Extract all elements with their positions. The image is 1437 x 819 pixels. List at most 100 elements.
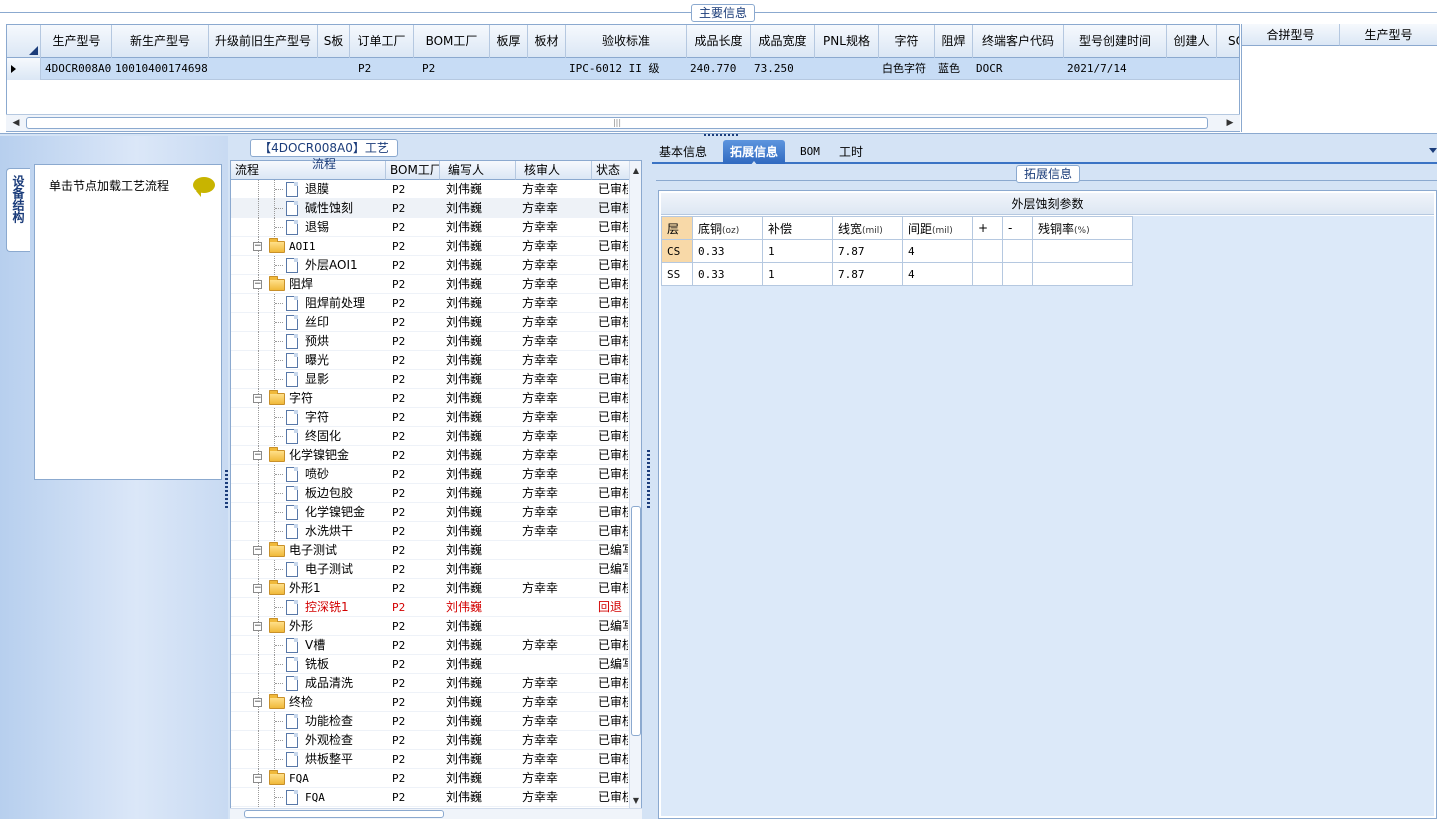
tree-node[interactable]: 喷砂: [231, 465, 386, 484]
tree-node[interactable]: 碱性蚀刻: [231, 199, 386, 218]
cell-reviewer[interactable]: 方幸幸: [516, 674, 592, 693]
cell-bom-factory[interactable]: P2: [386, 560, 440, 579]
cell-reviewer[interactable]: 方幸幸: [516, 256, 592, 275]
cell-status[interactable]: 已审核: [592, 427, 628, 446]
collapse-toggle-icon[interactable]: −: [253, 622, 262, 631]
cell-model[interactable]: 4DOCR008A0: [42, 58, 112, 80]
cell-bom-factory[interactable]: P2: [386, 351, 440, 370]
cell-bom-factory[interactable]: P2: [386, 693, 440, 712]
tree-step-row[interactable]: 字符 P2刘伟巍方幸幸已审核: [231, 408, 631, 427]
tree-group-row[interactable]: − 阻焊 P2刘伟巍方幸幸已审核: [231, 275, 631, 294]
cell-status[interactable]: 已审核: [592, 446, 628, 465]
cell-writer[interactable]: 刘伟巍: [440, 693, 516, 712]
process-tree-grid[interactable]: 流程 BOM工厂 编写人 核审人 状态 退膜P2刘伟巍方幸幸已审核碱性蚀刻P2刘…: [230, 160, 642, 810]
cell-status[interactable]: 已审核: [592, 370, 628, 389]
cell-reviewer[interactable]: 方幸幸: [516, 370, 592, 389]
tree-step-row[interactable]: 终固化 P2刘伟巍方幸幸已审核: [231, 427, 631, 446]
tree-node[interactable]: 字符: [231, 408, 386, 427]
cell-layer[interactable]: SS: [661, 262, 693, 286]
cell-writer[interactable]: 刘伟巍: [440, 712, 516, 731]
col-header[interactable]: 底铜(oz): [692, 216, 763, 240]
tree-step-row[interactable]: 丝印 P2刘伟巍方幸幸已审核: [231, 313, 631, 332]
tree-node[interactable]: 阻焊前处理: [231, 294, 386, 313]
cell-status[interactable]: 已审核: [592, 788, 628, 807]
cell-writer[interactable]: 刘伟巍: [440, 655, 516, 674]
cell-writer[interactable]: 刘伟巍: [440, 180, 516, 199]
cell-residual-copper[interactable]: [1032, 239, 1133, 263]
col-header[interactable]: 编写人: [440, 161, 516, 180]
cell-status[interactable]: 已审核: [592, 180, 628, 199]
tree-node[interactable]: − 外形: [231, 617, 386, 636]
cell-status[interactable]: 已审核: [592, 636, 628, 655]
cell-reviewer[interactable]: [516, 598, 592, 617]
tree-step-row[interactable]: 显影 P2刘伟巍方幸幸已审核: [231, 370, 631, 389]
col-header[interactable]: 间距(mil): [902, 216, 973, 240]
tree-step-row[interactable]: 喷砂 P2刘伟巍方幸幸已审核: [231, 465, 631, 484]
cell-writer[interactable]: 刘伟巍: [440, 446, 516, 465]
cell-reviewer[interactable]: [516, 617, 592, 636]
col-header[interactable]: 字符: [879, 25, 935, 58]
tree-node[interactable]: 控深铣1: [231, 598, 386, 617]
cell-reviewer[interactable]: 方幸幸: [516, 275, 592, 294]
merge-model-grid[interactable]: 合拼型号 生产型号: [1241, 24, 1437, 132]
cell-bom-factory[interactable]: P2: [386, 332, 440, 351]
tab-equipment-structure[interactable]: 设备结构: [6, 168, 30, 252]
cell-status[interactable]: 已审核: [592, 484, 628, 503]
tree-step-row[interactable]: 曝光 P2刘伟巍方幸幸已审核: [231, 351, 631, 370]
cell-status[interactable]: 已编写: [592, 617, 628, 636]
cell-writer[interactable]: 刘伟巍: [440, 351, 516, 370]
col-header[interactable]: 层: [661, 216, 693, 240]
cell-reviewer[interactable]: 方幸幸: [516, 332, 592, 351]
tree-step-row[interactable]: 退锡 P2刘伟巍方幸幸已审核: [231, 218, 631, 237]
cell-bom-factory[interactable]: P2: [386, 579, 440, 598]
cell-status[interactable]: 已审核: [592, 313, 628, 332]
cell-bom-factory[interactable]: P2: [386, 275, 440, 294]
tree-node[interactable]: 丝印: [231, 313, 386, 332]
cell-reviewer[interactable]: 方幸幸: [516, 294, 592, 313]
col-header[interactable]: 生产型号: [1340, 24, 1437, 46]
col-header[interactable]: 板厚: [490, 25, 528, 58]
cell-reviewer[interactable]: 方幸幸: [516, 522, 592, 541]
tree-step-row[interactable]: FQA P2刘伟巍方幸幸已审核: [231, 788, 631, 807]
col-header[interactable]: S板: [318, 25, 350, 58]
cell-reviewer[interactable]: 方幸幸: [516, 693, 592, 712]
cell-writer[interactable]: 刘伟巍: [440, 465, 516, 484]
cell-bom-factory[interactable]: P2: [386, 427, 440, 446]
cell-thickness[interactable]: [490, 58, 528, 80]
cell-status[interactable]: 已审核: [592, 351, 628, 370]
cell-bom-factory[interactable]: P2: [386, 199, 440, 218]
cell-bom-factory[interactable]: P2: [386, 180, 440, 199]
cell-reviewer[interactable]: [516, 560, 592, 579]
cell-status[interactable]: 回退: [592, 598, 628, 617]
tree-group-row[interactable]: − 外形1 P2刘伟巍方幸幸已审核: [231, 579, 631, 598]
col-header[interactable]: 生产型号: [42, 25, 112, 58]
tab-extended-info[interactable]: 拓展信息: [723, 140, 786, 166]
cell-bom-factory[interactable]: P2: [386, 712, 440, 731]
cell-so[interactable]: [1217, 58, 1239, 80]
tree-node[interactable]: 成品清洗: [231, 674, 386, 693]
tree-node[interactable]: 终固化: [231, 427, 386, 446]
tree-step-row[interactable]: 碱性蚀刻 P2刘伟巍方幸幸已审核: [231, 199, 631, 218]
cell-reviewer[interactable]: 方幸幸: [516, 503, 592, 522]
cell-bom-factory[interactable]: P2: [386, 731, 440, 750]
cell-status[interactable]: 已审核: [592, 750, 628, 769]
cell-status[interactable]: 已审核: [592, 674, 628, 693]
collapse-toggle-icon[interactable]: −: [253, 698, 262, 707]
tree-node[interactable]: 退锡: [231, 218, 386, 237]
tree-step-row[interactable]: 烘板整平 P2刘伟巍方幸幸已审核: [231, 750, 631, 769]
cell-line-width[interactable]: 7.87: [832, 262, 903, 286]
tree-group-row[interactable]: − FQA P2刘伟巍方幸幸已审核: [231, 769, 631, 788]
tree-step-row[interactable]: 功能检查 P2刘伟巍方幸幸已审核: [231, 712, 631, 731]
cell-old-model[interactable]: [209, 58, 318, 80]
tree-node[interactable]: − FQA: [231, 769, 386, 788]
collapse-toggle-icon[interactable]: −: [253, 280, 262, 289]
cell-bom-factory[interactable]: P2: [386, 370, 440, 389]
tree-node[interactable]: − 字符: [231, 389, 386, 408]
cell-pnl[interactable]: [815, 58, 879, 80]
cell-reviewer[interactable]: [516, 541, 592, 560]
cell-status[interactable]: 已审核: [592, 731, 628, 750]
scroll-thumb[interactable]: [631, 506, 641, 736]
col-header[interactable]: 残铜率(%): [1032, 216, 1133, 240]
tree-node[interactable]: 电子测试: [231, 560, 386, 579]
cell-writer[interactable]: 刘伟巍: [440, 370, 516, 389]
